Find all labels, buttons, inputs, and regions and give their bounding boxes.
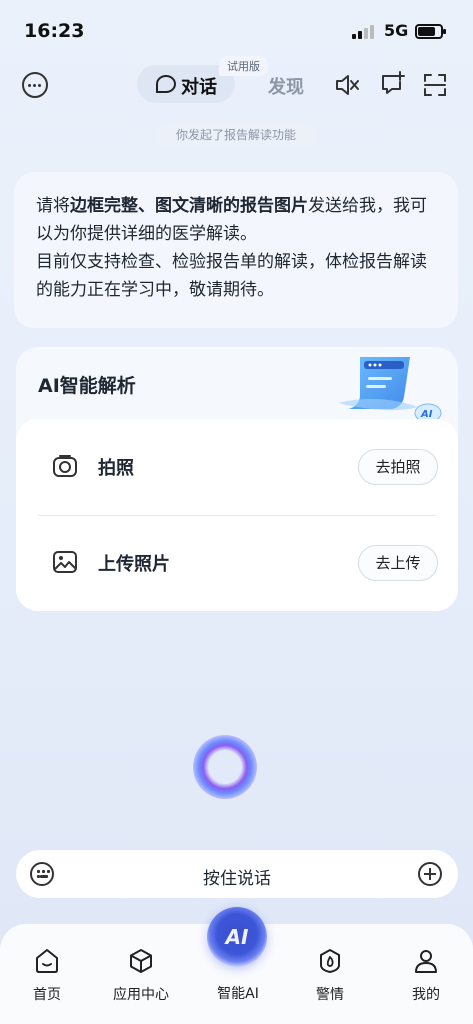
ai-actions-panel: 拍照 去拍照 上传照片 去上传	[16, 419, 458, 611]
status-bar: 16:23 5G	[0, 0, 473, 60]
message-text: 请将	[36, 196, 70, 216]
top-bar: 对话 试用版 发现	[0, 56, 473, 110]
row-take-photo: 拍照 去拍照	[16, 419, 458, 515]
user-icon	[415, 950, 437, 973]
camera-icon	[53, 455, 77, 477]
nav-item-apps[interactable]: 应用中心	[101, 948, 181, 1008]
image-icon	[53, 551, 77, 573]
system-notice: 你发起了报告解读功能	[156, 122, 316, 148]
hold-to-talk-button[interactable]: 按住说话	[16, 864, 458, 889]
network-type: 5G	[384, 21, 409, 40]
take-photo-button[interactable]: 去拍照	[358, 449, 438, 485]
message-paragraph-2: 目前仅支持检查、检验报告单的解读，体检报告解读的能力正在学习中，敬请期待。	[36, 252, 427, 300]
nav-label: 首页	[33, 987, 61, 1003]
ai-fab-button[interactable]: AI	[207, 907, 267, 967]
voice-orb-icon	[193, 735, 257, 799]
nav-item-profile[interactable]: 我的	[386, 948, 466, 1008]
nav-label: 警情	[316, 987, 344, 1003]
tab-discover[interactable]: 发现	[268, 73, 304, 99]
new-chat-icon[interactable]	[379, 71, 405, 97]
status-time: 16:23	[24, 20, 85, 42]
trial-badge: 试用版	[219, 56, 268, 76]
document-ai-illustration: AI	[338, 357, 442, 423]
nav-item-home[interactable]: 首页	[7, 948, 87, 1008]
nav-item-alerts[interactable]: 警情	[290, 948, 370, 1008]
mute-icon[interactable]	[334, 72, 360, 98]
message-bold-text: 边框完整、图文清晰的报告图片	[70, 196, 308, 216]
signal-icon	[352, 25, 378, 39]
row-upload-photo: 上传照片 去上传	[16, 515, 458, 611]
assistant-message: 请将边框完整、图文清晰的报告图片发送给我，我可以为你提供详细的医学解读。 目前仅…	[14, 172, 458, 328]
scan-icon[interactable]	[423, 73, 447, 97]
battery-icon	[415, 24, 446, 39]
row-label: 拍照	[98, 458, 134, 479]
row-label: 上传照片	[98, 554, 170, 575]
tab-chat-label: 对话	[181, 77, 217, 98]
message-paragraph-1: 请将边框完整、图文清晰的报告图片发送给我，我可以为你提供详细的医学解读。	[36, 192, 438, 248]
cube-icon	[130, 949, 152, 973]
plus-icon[interactable]	[418, 862, 442, 886]
voice-input-bar[interactable]: 按住说话	[16, 850, 458, 898]
fire-icon	[320, 949, 340, 973]
nav-label: 应用中心	[113, 987, 169, 1003]
nav-label: 我的	[412, 987, 440, 1003]
ai-analysis-card: AI智能解析 AI 拍照 去拍照 上传照片 去上传	[16, 347, 458, 611]
nav-item-ai-label[interactable]: 智能AI	[198, 983, 278, 1003]
more-icon[interactable]	[22, 72, 48, 98]
ai-icon: AI	[225, 925, 249, 949]
home-icon	[36, 949, 58, 973]
chat-bubble-icon	[156, 75, 176, 93]
ai-card-title: AI智能解析	[38, 375, 136, 397]
upload-photo-button[interactable]: 去上传	[358, 545, 438, 581]
